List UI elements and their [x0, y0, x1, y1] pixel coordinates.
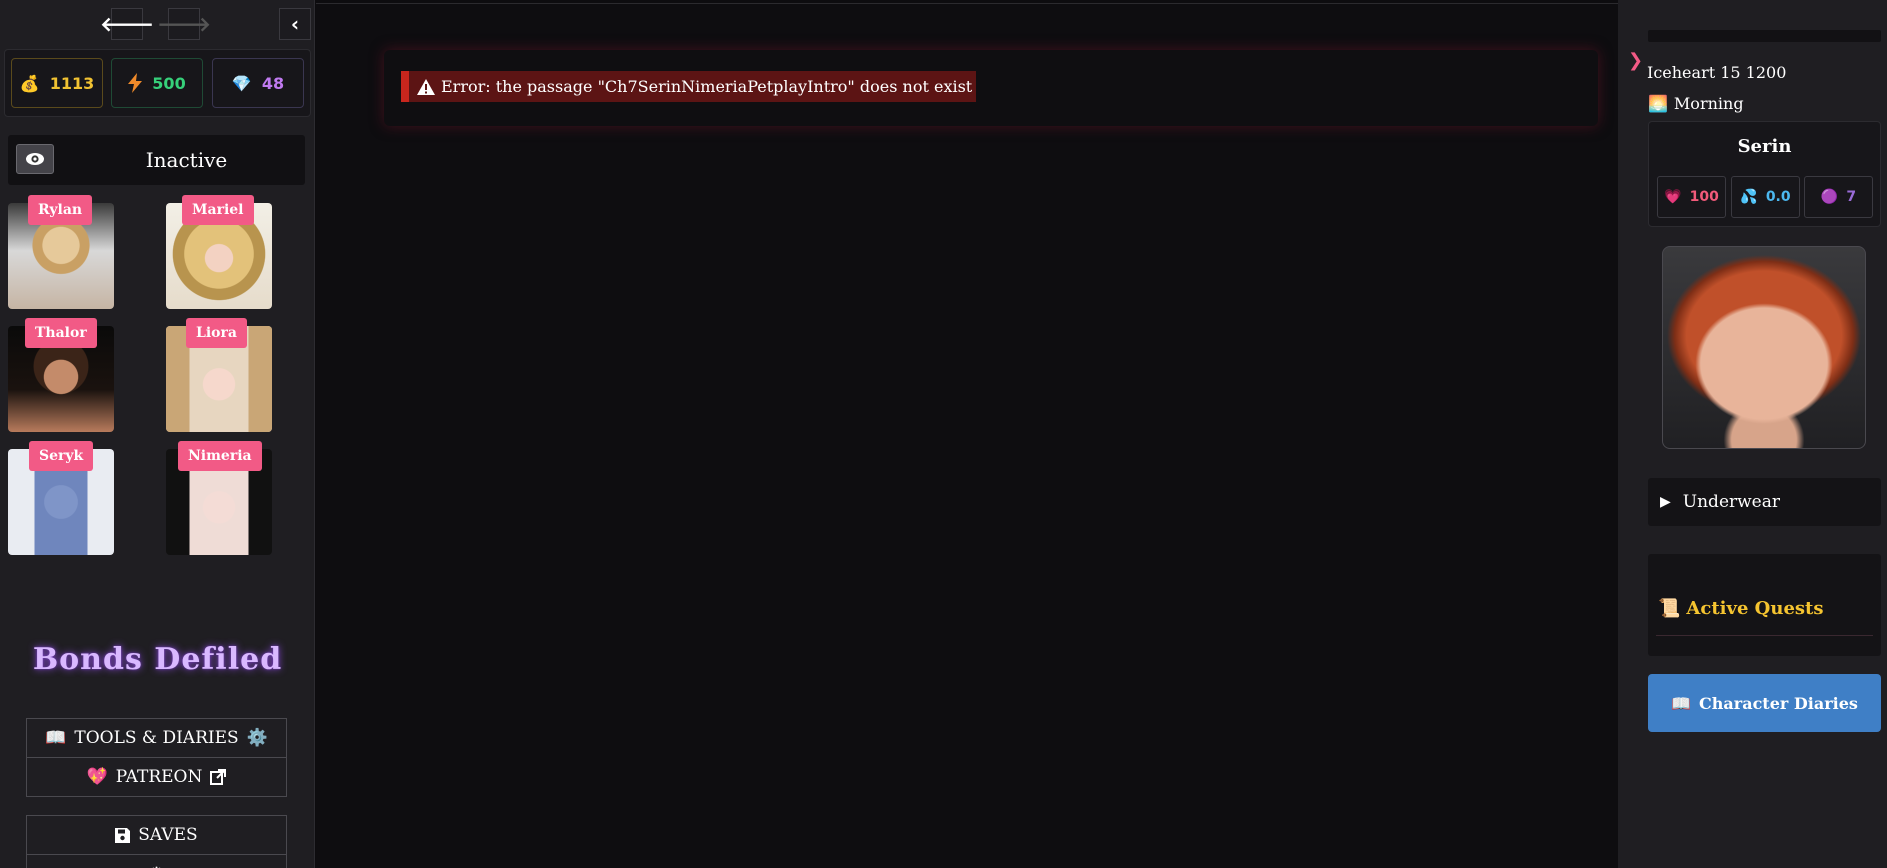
character-diaries-button[interactable]: 📖 Character Diaries — [1648, 674, 1881, 732]
quests-divider — [1656, 635, 1873, 636]
character-stats-card: Serin 💗 100 💦 0.0 🟣 7 — [1648, 121, 1881, 227]
gem-stat: 💎 48 — [212, 58, 304, 108]
patreon-button[interactable]: 💖 PATREON — [26, 757, 287, 797]
chevron-left-icon: ‹ — [290, 12, 300, 36]
time-of-day-label: Morning — [1673, 94, 1744, 113]
right-sidebar: ❯ Iceheart 15 1200 🌅 Morning Serin 💗 100… — [1618, 0, 1887, 868]
droplets-icon: 💦 — [1740, 189, 1758, 205]
tools-diaries-label: TOOLS & DIARIES — [74, 728, 239, 748]
header-strip — [1648, 30, 1881, 42]
settings-gear-icon: ⚙ — [149, 864, 164, 868]
character-diaries-label: Character Diaries — [1699, 693, 1858, 713]
play-triangle-icon: ▶ — [1660, 494, 1671, 510]
time-of-day: 🌅 Morning — [1648, 94, 1744, 113]
active-quests-panel: 📜 Active Quests — [1648, 554, 1881, 656]
character-tag-liora: Liora — [186, 318, 247, 348]
heart-stat-icon: 💗 — [1664, 189, 1682, 205]
forward-arrow-button[interactable]: 🡒 — [157, 8, 211, 40]
floppy-disk-icon — [115, 827, 131, 843]
outfit-label: Underwear — [1682, 492, 1780, 512]
date-display: Iceheart 15 1200 — [1647, 63, 1787, 82]
inactive-label: Inactive — [145, 148, 228, 172]
outfit-toggle[interactable]: ▶ Underwear — [1648, 478, 1881, 526]
lightning-icon — [128, 73, 143, 93]
inactive-toggle-bar: Inactive — [8, 135, 305, 185]
error-message: Error: the passage "Ch7SerinNimeriaPetpl… — [401, 71, 977, 102]
wetness-value: 0.0 — [1765, 189, 1791, 205]
scroll-icon: 📜 — [1658, 598, 1681, 619]
gear-icon: ⚙️ — [246, 728, 268, 748]
corruption-stat: 🟣 7 — [1804, 176, 1873, 218]
sunrise-icon: 🌅 — [1648, 94, 1668, 113]
character-tag-seryk: Seryk — [29, 441, 94, 471]
active-quests-label: Active Quests — [1686, 598, 1824, 619]
character-tag-nimeria: Nimeria — [178, 441, 262, 471]
back-arrow-button[interactable]: 🡐 — [100, 8, 154, 40]
settings-button[interactable]: ⚙ — [26, 854, 287, 868]
visibility-toggle-button[interactable] — [16, 144, 54, 174]
wetness-stat: 💦 0.0 — [1731, 176, 1800, 218]
heart-icon: 💖 — [86, 767, 108, 787]
affection-value: 100 — [1689, 189, 1719, 205]
affection-stat: 💗 100 — [1657, 176, 1726, 218]
currency-bar: 💰 1113 500 💎 48 — [4, 49, 311, 117]
gold-value: 1113 — [49, 73, 95, 93]
purple-orb-icon: 🟣 — [1820, 189, 1839, 205]
book-icon: 📖 — [45, 728, 67, 748]
gem-value: 48 — [261, 73, 285, 93]
arrow-right-icon: 🡒 — [157, 12, 211, 36]
passage-area: Error: the passage "Ch7SerinNimeriaPetpl… — [316, 3, 1618, 868]
chevron-right-icon[interactable]: ❯ — [1628, 50, 1643, 71]
corruption-value: 7 — [1846, 189, 1857, 205]
gold-stat: 💰 1113 — [11, 58, 103, 108]
saves-button[interactable]: SAVES — [26, 815, 287, 855]
arrow-left-icon: 🡐 — [100, 12, 154, 36]
collapse-sidebar-button[interactable]: ‹ — [279, 8, 311, 40]
warning-icon — [417, 78, 435, 95]
energy-stat: 500 — [111, 58, 203, 108]
patreon-label: PATREON — [115, 767, 203, 787]
eye-icon — [26, 153, 44, 165]
saves-label: SAVES — [138, 825, 198, 845]
character-tag-mariel: Mariel — [182, 195, 254, 225]
tools-diaries-button[interactable]: 📖 TOOLS & DIARIES ⚙️ — [26, 718, 287, 758]
energy-value: 500 — [152, 73, 186, 93]
external-link-icon — [210, 769, 227, 785]
game-title: Bonds Defiled — [32, 642, 283, 677]
character-name: Serin — [1737, 136, 1792, 157]
active-quests-title: 📜 Active Quests — [1658, 598, 1823, 619]
gem-icon: 💎 — [231, 73, 252, 93]
error-text: Error: the passage "Ch7SerinNimeriaPetpl… — [441, 77, 973, 96]
character-tag-rylan: Rylan — [28, 195, 93, 225]
left-sidebar: 🡐 🡒 ‹ 💰 1113 500 💎 48 Inactive Rylan Mar… — [0, 0, 315, 868]
money-bag-icon: 💰 — [19, 73, 40, 93]
book-icon: 📖 — [1671, 693, 1692, 713]
character-portrait — [1662, 246, 1866, 449]
character-tag-thalor: Thalor — [25, 318, 97, 348]
